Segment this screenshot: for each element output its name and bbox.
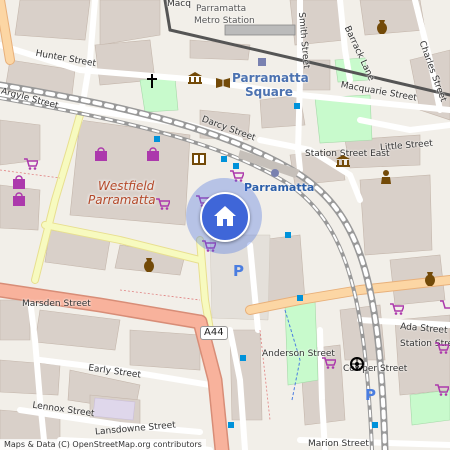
- place-label-parramatta-square-line2[interactable]: Square: [245, 86, 293, 98]
- map-view[interactable]: Hunter Street Argyle Street Darcy Street…: [0, 0, 450, 450]
- street-label-marion: Marion Street: [308, 439, 369, 449]
- street-label-marsden: Marsden Street: [22, 299, 91, 309]
- svg-text:P: P: [233, 262, 244, 278]
- place-label-westfield-line2[interactable]: Parramatta: [88, 194, 156, 206]
- place-label-metro-line2[interactable]: Metro Station: [194, 17, 255, 26]
- route-shield-a44: A44: [200, 326, 228, 340]
- current-location-marker[interactable]: [186, 178, 262, 254]
- svg-text:P: P: [365, 386, 376, 402]
- place-label-westfield-line1[interactable]: Westfield: [98, 180, 154, 192]
- street-label-macquarie-north: Macq: [167, 0, 191, 9]
- home-icon: [214, 206, 236, 226]
- place-label-parramatta-station[interactable]: Parramatta: [244, 182, 314, 193]
- place-label-parramatta-square-line1[interactable]: Parramatta: [232, 72, 309, 84]
- place-label-metro-line1[interactable]: Parramatta: [196, 5, 246, 14]
- home-location-button[interactable]: [200, 192, 250, 242]
- map-attribution[interactable]: Maps & Data (C) OpenStreetMap.org contri…: [0, 439, 206, 450]
